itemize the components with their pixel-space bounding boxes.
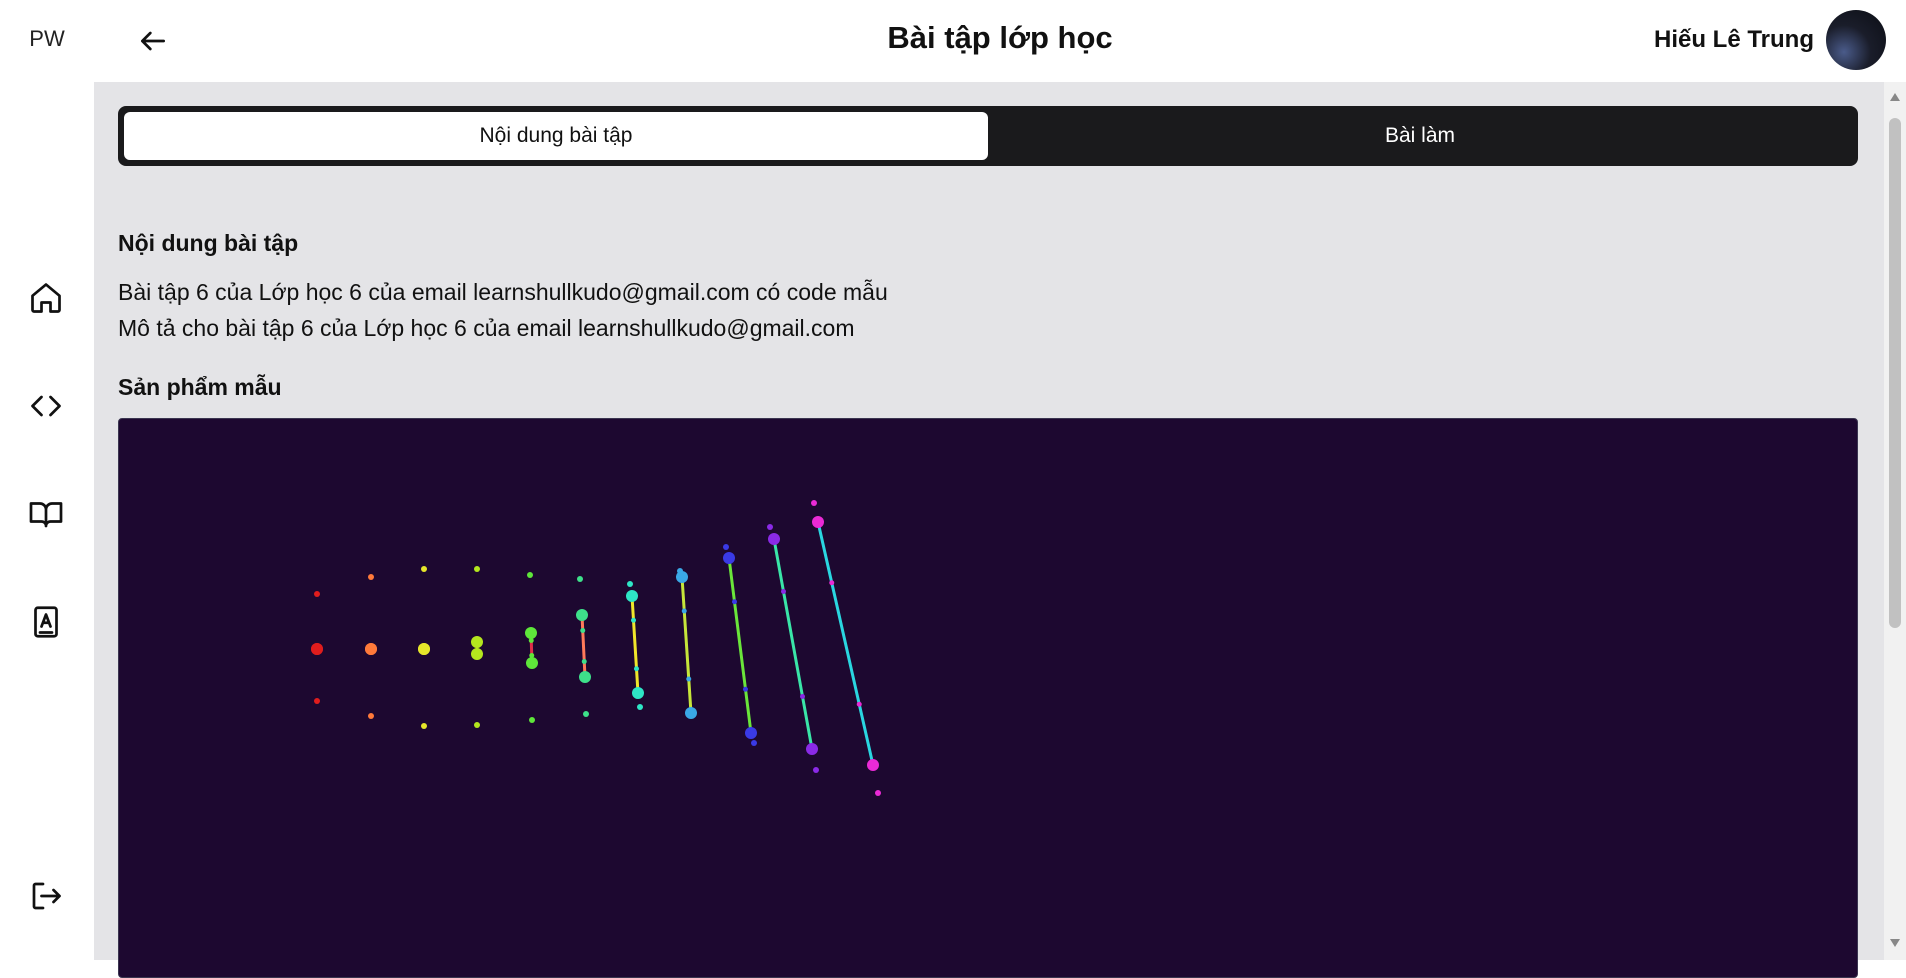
mid-dot	[686, 676, 692, 682]
avatar[interactable]	[1826, 10, 1886, 70]
arrow-left-icon	[141, 31, 165, 51]
orbit-dot	[421, 723, 427, 729]
node-dot	[768, 533, 780, 545]
orbit-dot	[751, 740, 757, 746]
mid-dot	[732, 599, 737, 605]
user-name[interactable]: Hiếu Lê Trung	[1654, 26, 1814, 54]
sample-product-canvas[interactable]	[118, 418, 1858, 978]
mid-dot	[800, 694, 805, 699]
tab-submission[interactable]: Bài làm	[988, 112, 1852, 160]
mid-dot	[829, 580, 835, 586]
node-dot	[311, 643, 323, 655]
mid-dot	[681, 608, 687, 614]
description-line: Bài tập 6 của Lớp học 6 của email learns…	[118, 279, 888, 305]
sample-heading: Sản phẩm mẫu	[118, 374, 282, 400]
node-dot	[471, 648, 483, 660]
scrollbar[interactable]	[1884, 82, 1906, 960]
orbit-dot	[368, 713, 374, 719]
node-dot	[806, 743, 818, 755]
node-dot	[579, 671, 591, 683]
home-icon	[31, 283, 61, 313]
tab-assignment-content[interactable]: Nội dung bài tập	[124, 112, 988, 160]
sidebar: PW	[0, 0, 94, 960]
connector-line	[580, 613, 587, 679]
mid-dot	[581, 659, 587, 664]
book-open-icon	[29, 502, 63, 528]
mid-dot	[781, 589, 786, 594]
connector-line	[772, 537, 814, 751]
page-title: Bài tập lớp học	[887, 20, 1113, 55]
node-dot	[471, 636, 483, 648]
sidebar-item-contacts[interactable]	[27, 603, 65, 641]
orbit-dot	[529, 717, 535, 723]
app-logo[interactable]: PW	[0, 26, 94, 52]
node-dot	[745, 727, 757, 739]
content-heading: Nội dung bài tập	[118, 230, 299, 256]
connector-line	[816, 520, 875, 767]
node-dot	[812, 516, 824, 528]
connector-line	[630, 594, 640, 695]
node-dot	[632, 687, 644, 699]
orbit-dot	[875, 790, 881, 796]
orbit-dot	[314, 591, 320, 597]
node-dot	[576, 609, 588, 621]
top-bar: Bài tập lớp học Hiếu Lê Trung	[94, 0, 1906, 82]
scroll-down-arrow[interactable]	[1888, 936, 1902, 950]
orbit-dot	[813, 767, 819, 773]
scroll-up-arrow[interactable]	[1888, 90, 1902, 104]
orbit-dot	[368, 574, 374, 580]
code-icon	[31, 395, 61, 417]
node-dot	[365, 643, 377, 655]
sidebar-item-code[interactable]	[27, 387, 65, 425]
sidebar-item-book[interactable]	[27, 495, 65, 533]
logout-icon	[32, 882, 61, 910]
description-line: Mô tả cho bài tập 6 của Lớp học 6 của em…	[118, 315, 855, 341]
orbit-dot	[677, 568, 683, 574]
connector-line	[727, 556, 753, 735]
back-button[interactable]	[132, 20, 174, 62]
mid-dot	[856, 701, 862, 707]
orbit-dot	[723, 544, 729, 550]
orbit-dot	[811, 500, 817, 506]
mid-dot	[580, 628, 586, 633]
orbit-dot	[474, 722, 480, 728]
mid-dot	[631, 617, 636, 623]
node-dot	[723, 552, 735, 564]
scroll-thumb[interactable]	[1889, 118, 1901, 628]
node-dot	[626, 590, 638, 602]
orbit-dot	[767, 524, 773, 530]
orbit-dot	[421, 566, 427, 572]
mid-dot	[634, 666, 639, 672]
main-content: Nội dung bài tập Bài làm Nội dung bài tậ…	[94, 82, 1884, 978]
orbit-dot	[577, 576, 583, 582]
orbit-dot	[527, 572, 533, 578]
sample-animation	[311, 500, 881, 796]
tab-bar: Nội dung bài tập Bài làm	[118, 106, 1858, 166]
orbit-dot	[690, 710, 696, 716]
node-dot	[867, 759, 879, 771]
node-dot	[526, 657, 538, 669]
connector-line	[680, 575, 693, 715]
orbit-dot	[314, 698, 320, 704]
mid-dot	[743, 686, 748, 692]
sidebar-item-home[interactable]	[27, 279, 65, 317]
node-dot	[418, 643, 430, 655]
orbit-dot	[627, 581, 633, 587]
orbit-dot	[583, 711, 589, 717]
orbit-dot	[474, 566, 480, 572]
node-dot	[525, 627, 537, 639]
contact-book-icon	[34, 606, 58, 638]
orbit-dot	[637, 704, 643, 710]
logout-button[interactable]	[27, 877, 65, 915]
